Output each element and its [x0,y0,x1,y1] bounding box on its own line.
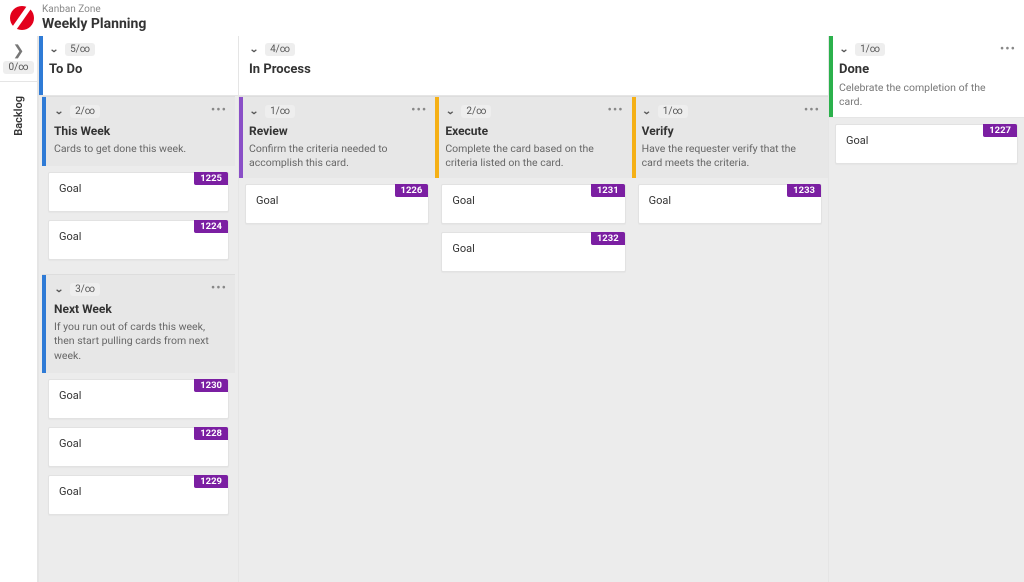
kanban-card[interactable]: Goal 1229 [48,475,229,515]
backlog-wip-badge: 0/∞ [3,61,33,74]
lane-wip-badge: 1/∞ [658,105,688,118]
lane-execute: ⌄ 2/∞ ••• Execute Complete the card base… [435,96,631,582]
todo-wip-badge: 5/∞ [65,43,95,56]
app-header: Kanban Zone Weekly Planning [0,0,1024,36]
card-id-tag: 1228 [194,427,228,440]
chevron-down-icon[interactable]: ⌄ [54,284,64,295]
card-id-tag: 1225 [194,172,228,185]
lane-menu-icon[interactable]: ••• [211,281,227,296]
lane-verify: ⌄ 1/∞ ••• Verify Have the requester veri… [632,96,828,582]
lane-title: This Week [54,124,225,138]
chevron-down-icon[interactable]: ⌄ [249,43,259,54]
card-id-tag: 1230 [194,379,228,392]
done-wip-badge: 1/∞ [855,43,885,56]
lane-description: Confirm the criteria needed to accomplis… [249,142,419,170]
kanban-card[interactable]: Goal 1224 [48,220,229,260]
lane-menu-icon[interactable]: ••• [804,103,820,118]
column-menu-icon[interactable]: ••• [1000,42,1016,57]
app-title: Weekly Planning [42,16,146,32]
backlog-label: Backlog [12,96,25,136]
kanban-card[interactable]: Goal 1225 [48,172,229,212]
column-description: Celebrate the completion of the card. [839,81,1009,108]
lane-menu-icon[interactable]: ••• [411,103,427,118]
process-wip-badge: 4/∞ [265,43,295,56]
card-id-tag: 1233 [787,184,821,197]
lane-menu-icon[interactable]: ••• [211,103,227,118]
card-id-tag: 1226 [395,184,429,197]
app-logo [10,6,34,30]
lane-description: If you run out of cards this week, then … [54,320,224,363]
chevron-right-icon[interactable]: ❯ [13,43,25,59]
kanban-card[interactable]: Goal 1228 [48,427,229,467]
kanban-card[interactable]: Goal 1226 [245,184,429,224]
chevron-down-icon[interactable]: ⌄ [249,105,259,116]
card-id-tag: 1229 [194,475,228,488]
lane-title: Review [249,124,427,138]
column-title: Done [839,62,1014,77]
kanban-card[interactable]: Goal 1230 [48,379,229,419]
card-id-tag: 1231 [591,184,625,197]
column-title: To Do [49,62,228,77]
lane-wip-badge: 2/∞ [461,105,491,118]
column-title: In Process [249,62,818,77]
card-id-tag: 1232 [591,232,625,245]
kanban-card[interactable]: Goal 1232 [441,232,625,272]
lane-description: Cards to get done this week. [54,142,224,156]
chevron-down-icon[interactable]: ⌄ [839,43,849,54]
column-stripe [39,36,43,95]
column-todo: ⌄ 5/∞ To Do ⌄ 2/∞ ••• This Week [38,36,238,582]
kanban-card[interactable]: Goal 1227 [835,124,1018,164]
card-id-tag: 1227 [983,124,1017,137]
lane-title: Verify [642,124,820,138]
card-id-tag: 1224 [194,220,228,233]
lane-title: Next Week [54,302,225,316]
lane-review: ⌄ 1/∞ ••• Review Confirm the criteria ne… [239,96,435,582]
lane-this-week: ⌄ 2/∞ ••• This Week Cards to get done th… [42,96,235,266]
kanban-card[interactable]: Goal 1233 [638,184,822,224]
lane-menu-icon[interactable]: ••• [607,103,623,118]
kanban-card[interactable]: Goal 1231 [441,184,625,224]
column-in-process: ⌄ 4/∞ In Process ⌄ 1/∞ ••• Review [238,36,828,582]
chevron-down-icon[interactable]: ⌄ [49,43,59,54]
chevron-down-icon[interactable]: ⌄ [445,105,455,116]
lane-description: Have the requester verify that the card … [642,142,812,170]
lane-title: Execute [445,124,623,138]
lane-wip-badge: 1/∞ [265,105,295,118]
lane-wip-badge: 2/∞ [70,105,100,118]
lane-next-week: ⌄ 3/∞ ••• Next Week If you run out of ca… [42,274,235,521]
lane-description: Complete the card based on the criteria … [445,142,615,170]
lane-wip-badge: 3/∞ [70,283,100,296]
chevron-down-icon[interactable]: ⌄ [642,105,652,116]
chevron-down-icon[interactable]: ⌄ [54,105,64,116]
column-done: ⌄ 1/∞ ••• Done Celebrate the completion … [828,36,1024,582]
board: ❯ 0/∞ Backlog ⌄ 5/∞ To Do [0,36,1024,582]
app-subtitle: Kanban Zone [42,4,146,16]
backlog-column-collapsed[interactable]: ❯ 0/∞ Backlog [0,36,38,582]
